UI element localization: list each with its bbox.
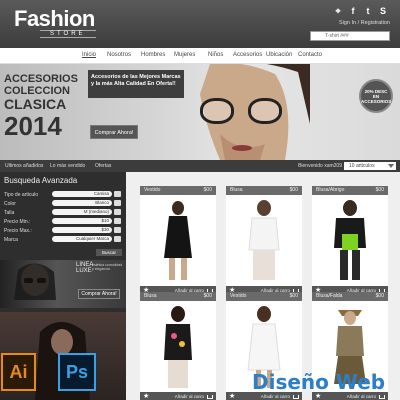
filter-max-price[interactable]: $30: [52, 227, 112, 233]
facebook-icon[interactable]: f: [348, 6, 358, 16]
dropdown-button[interactable]: [114, 236, 121, 242]
nav-accesorios[interactable]: Accesorios: [233, 52, 262, 58]
product-image[interactable]: [234, 198, 294, 282]
nav-nosotros[interactable]: Nosotros: [107, 52, 131, 58]
filter-min-price[interactable]: $10: [52, 218, 112, 224]
product-image[interactable]: [320, 198, 380, 282]
social-links: ⌖ f t S: [333, 6, 388, 16]
filter-label: Talla: [4, 210, 15, 216]
filter-offers[interactable]: Ofertas: [95, 163, 111, 169]
advanced-search-title: Busqueda Avanzada: [4, 176, 78, 185]
brand-subtitle: STORE: [40, 30, 96, 38]
dropdown-button[interactable]: [114, 191, 121, 197]
add-to-cart-link[interactable]: Añadir al carro: [175, 392, 204, 400]
model-photo: [180, 64, 310, 160]
caption-diseno-web: Diseño Web: [252, 370, 386, 394]
star-icon[interactable]: ★: [229, 392, 235, 400]
banner-year: 2014: [4, 111, 62, 141]
site-header: Fashion STORE ⌖ f t S Sign In / Registra…: [0, 0, 400, 48]
brand-logo[interactable]: Fashion: [14, 6, 95, 32]
star-icon[interactable]: ★: [143, 392, 149, 400]
filter-type-select[interactable]: Camisa: [52, 191, 112, 197]
promo-title: LINEA LUXE: [76, 262, 93, 274]
product-card[interactable]: Blusa/Abrigo $00 ★ Añadir al carro: [312, 186, 388, 296]
dropdown-button[interactable]: [114, 227, 121, 233]
nav-mujeres[interactable]: Mujeres: [174, 52, 195, 58]
filter-label: Precio Min.:: [4, 219, 31, 225]
product-price: $00: [289, 293, 298, 299]
main-nav: Inicio Nosotros Hombres Mujeres Niños Ac…: [0, 48, 400, 64]
nav-hombres[interactable]: Hombres: [141, 52, 165, 58]
discount-badge: 20% DESC EN ACCESORIOS: [359, 79, 393, 113]
product-card[interactable]: Blusa $00 ★ Añadir al carro: [140, 292, 216, 400]
location-icon[interactable]: ⌖: [333, 6, 343, 16]
product-image[interactable]: [148, 198, 208, 282]
product-card[interactable]: Blusa $00 ★ Añadir al carro: [226, 186, 302, 296]
signin-link[interactable]: Sign In / Registration: [339, 20, 390, 26]
skype-icon[interactable]: S: [378, 6, 388, 16]
products-toolbar: Ultimos añadidos Lo más vendido Ofertas …: [0, 160, 400, 172]
product-price: $00: [203, 187, 212, 193]
illustrator-icon: Ai: [1, 353, 36, 391]
product-image[interactable]: [148, 304, 208, 388]
hero-banner: ACCESORIOS COLECCION CLASICA 2014 Acceso…: [0, 64, 400, 160]
product-price: $00: [375, 293, 384, 299]
product-price: $00: [375, 187, 384, 193]
banner-message: Accesorios de las Mejores Marcas y la má…: [91, 74, 181, 87]
nav-contacto[interactable]: Contacto: [298, 52, 322, 58]
product-price: $00: [203, 293, 212, 299]
filter-label: Tipo de articulo: [4, 192, 38, 198]
search-input[interactable]: T-shirt ###: [310, 31, 390, 41]
promo-buy-button[interactable]: Comprar Ahora!: [78, 289, 120, 299]
product-footer: ★ Añadir al carro: [140, 392, 216, 400]
photoshop-icon: Ps: [58, 353, 96, 391]
promo-subtitle: estética comodidad y elegancia: [92, 263, 123, 271]
search-button[interactable]: Buscar: [96, 249, 122, 256]
product-price: $00: [289, 187, 298, 193]
filter-latest[interactable]: Ultimos añadidos: [5, 163, 43, 169]
cart-icon[interactable]: [379, 395, 385, 399]
filter-label: Marca: [4, 237, 18, 243]
dropdown-button[interactable]: [114, 209, 121, 215]
banner-title-3: CLASICA: [4, 96, 67, 112]
filter-color-select[interactable]: Blanco: [52, 200, 112, 206]
banner-buy-button[interactable]: Comprar Ahora!: [90, 125, 138, 139]
filter-label: Precio Max.:: [4, 228, 32, 234]
cart-icon[interactable]: [207, 395, 213, 399]
nav-inicio[interactable]: Inicio: [82, 52, 96, 58]
promo-title-2: LUXE: [76, 268, 92, 274]
welcome-text: Bienvenido xam209: [298, 163, 342, 169]
nav-ninos[interactable]: Niños: [208, 52, 223, 58]
sunglasses-lens-right: [248, 98, 282, 124]
filter-bestsellers[interactable]: Lo más vendido: [50, 163, 85, 169]
nav-ubicacion[interactable]: Ubicación: [266, 52, 292, 58]
chevron-down-icon[interactable]: [388, 164, 394, 168]
page: Fashion STORE ⌖ f t S Sign In / Registra…: [0, 0, 400, 400]
filter-brand-select[interactable]: Cualquier Marca: [52, 236, 112, 242]
cart-icon[interactable]: [293, 395, 299, 399]
twitter-icon[interactable]: t: [363, 6, 373, 16]
dropdown-button[interactable]: [114, 218, 121, 224]
sunglasses-lens-left: [200, 98, 234, 124]
product-grid: Vestido $00 ★ Añadir al carro Blusa $00: [126, 172, 400, 400]
product-card[interactable]: Vestido $00 ★ Añadir al carro: [140, 186, 216, 296]
banner-title-1: ACCESORIOS: [4, 73, 78, 85]
filter-size-select[interactable]: M (mediano): [52, 209, 112, 215]
dropdown-button[interactable]: [114, 200, 121, 206]
filter-label: Color: [4, 201, 16, 207]
